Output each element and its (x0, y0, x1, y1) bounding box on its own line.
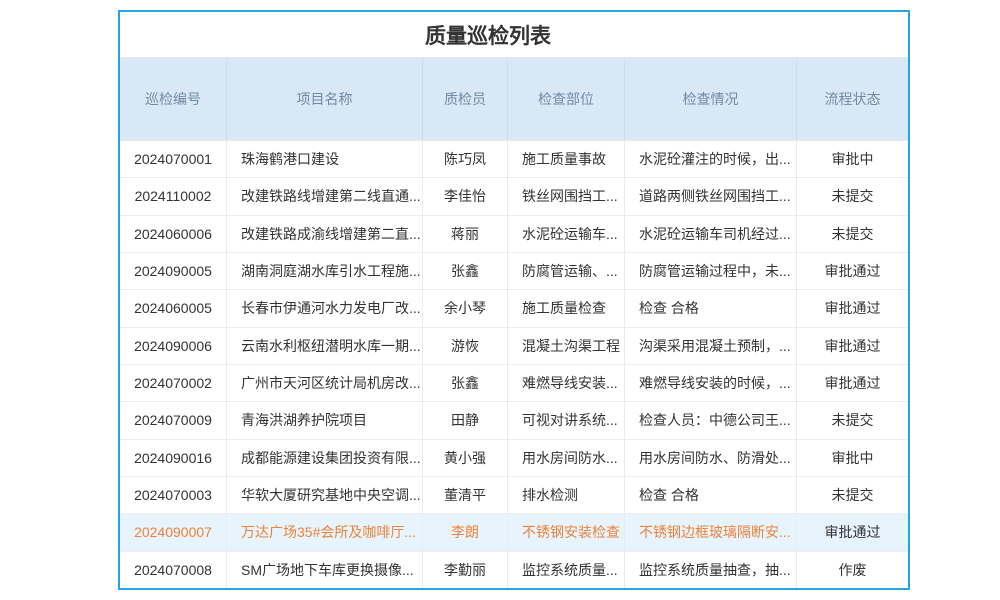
cell-part: 监控系统质量... (508, 552, 625, 588)
page-title: 质量巡检列表 (120, 12, 908, 58)
cell-inspector[interactable]: 李佳怡 (423, 178, 508, 214)
cell-situation: 沟渠采用混凝土预制，... (625, 328, 797, 364)
cell-id[interactable]: 2024070009 (120, 402, 227, 438)
cell-situation: 监控系统质量抽查，抽... (625, 552, 797, 588)
cell-status: 审批中 (797, 440, 908, 476)
cell-inspector[interactable]: 游恢 (423, 328, 508, 364)
cell-project[interactable]: 广州市天河区统计局机房改... (227, 365, 423, 401)
cell-inspector[interactable]: 董清平 (423, 477, 508, 513)
cell-status: 未提交 (797, 477, 908, 513)
column-header-inspector: 质检员 (423, 58, 508, 140)
cell-project[interactable]: 珠海鹤港口建设 (227, 141, 423, 177)
cell-project[interactable]: SM广场地下车库更换摄像... (227, 552, 423, 588)
cell-id[interactable]: 2024090007 (120, 514, 227, 550)
cell-project[interactable]: 华软大厦研究基地中央空调... (227, 477, 423, 513)
table-row[interactable]: 2024090007万达广场35#会所及咖啡厅...李朗不锈钢安装检查不锈钢边框… (120, 514, 908, 551)
cell-project[interactable]: 改建铁路成渝线增建第二直... (227, 216, 423, 252)
cell-inspector[interactable]: 李勤丽 (423, 552, 508, 588)
cell-inspector[interactable]: 蒋丽 (423, 216, 508, 252)
cell-status: 作废 (797, 552, 908, 588)
cell-situation: 检查 合格 (625, 477, 797, 513)
cell-part: 可视对讲系统... (508, 402, 625, 438)
cell-situation: 不锈钢边框玻璃隔断安... (625, 514, 797, 550)
table-row[interactable]: 2024060005长春市伊通河水力发电厂改...余小琴施工质量检查检查 合格审… (120, 290, 908, 327)
cell-part: 水泥砼运输车... (508, 216, 625, 252)
cell-status: 审批中 (797, 141, 908, 177)
cell-project[interactable]: 成都能源建设集团投资有限... (227, 440, 423, 476)
cell-situation: 水泥砼灌注的时候，出... (625, 141, 797, 177)
column-header-status: 流程状态 (797, 58, 908, 140)
cell-project[interactable]: 青海洪湖养护院项目 (227, 402, 423, 438)
cell-id[interactable]: 2024060006 (120, 216, 227, 252)
cell-status: 审批通过 (797, 365, 908, 401)
cell-inspector[interactable]: 黄小强 (423, 440, 508, 476)
cell-project[interactable]: 长春市伊通河水力发电厂改... (227, 290, 423, 326)
cell-status: 审批通过 (797, 514, 908, 550)
cell-id[interactable]: 2024070003 (120, 477, 227, 513)
cell-status: 审批通过 (797, 253, 908, 289)
cell-situation: 用水房间防水、防滑处... (625, 440, 797, 476)
cell-part: 不锈钢安装检查 (508, 514, 625, 550)
cell-situation: 水泥砼运输车司机经过... (625, 216, 797, 252)
cell-status: 审批通过 (797, 328, 908, 364)
table-row[interactable]: 2024070003华软大厦研究基地中央空调...董清平排水检测检查 合格未提交 (120, 477, 908, 514)
cell-situation: 难燃导线安装的时候，... (625, 365, 797, 401)
table-row[interactable]: 2024110002改建铁路线增建第二线直通...李佳怡铁丝网围挡工...道路两… (120, 178, 908, 215)
table-row[interactable]: 2024070009青海洪湖养护院项目田静可视对讲系统...检查人员：中德公司王… (120, 402, 908, 439)
cell-part: 用水房间防水... (508, 440, 625, 476)
cell-project[interactable]: 云南水利枢纽潜明水库一期... (227, 328, 423, 364)
cell-project[interactable]: 湖南洞庭湖水库引水工程施... (227, 253, 423, 289)
cell-id[interactable]: 2024070002 (120, 365, 227, 401)
cell-id[interactable]: 2024090006 (120, 328, 227, 364)
cell-status: 未提交 (797, 178, 908, 214)
cell-part: 排水检测 (508, 477, 625, 513)
cell-id[interactable]: 2024070008 (120, 552, 227, 588)
cell-status: 审批通过 (797, 290, 908, 326)
cell-status: 未提交 (797, 402, 908, 438)
cell-part: 混凝土沟渠工程 (508, 328, 625, 364)
cell-part: 难燃导线安装... (508, 365, 625, 401)
cell-inspector[interactable]: 田静 (423, 402, 508, 438)
cell-id[interactable]: 2024070001 (120, 141, 227, 177)
table-row[interactable]: 2024070008SM广场地下车库更换摄像...李勤丽监控系统质量...监控系… (120, 552, 908, 588)
cell-part: 施工质量事故 (508, 141, 625, 177)
cell-id[interactable]: 2024090005 (120, 253, 227, 289)
table-row[interactable]: 2024090006云南水利枢纽潜明水库一期...游恢混凝土沟渠工程沟渠采用混凝… (120, 328, 908, 365)
table-row[interactable]: 2024070002广州市天河区统计局机房改...张鑫难燃导线安装...难燃导线… (120, 365, 908, 402)
cell-situation: 检查 合格 (625, 290, 797, 326)
cell-part: 施工质量检查 (508, 290, 625, 326)
cell-id[interactable]: 2024090016 (120, 440, 227, 476)
table-body: 2024070001珠海鹤港口建设陈巧凤施工质量事故水泥砼灌注的时候，出...审… (120, 141, 908, 588)
column-header-project: 项目名称 (227, 58, 423, 140)
cell-inspector[interactable]: 李朗 (423, 514, 508, 550)
cell-part: 防腐管运输、... (508, 253, 625, 289)
table-header: 巡检编号项目名称质检员检查部位检查情况流程状态 (120, 58, 908, 141)
cell-id[interactable]: 2024060005 (120, 290, 227, 326)
cell-situation: 检查人员：中德公司王... (625, 402, 797, 438)
table-row[interactable]: 2024060006改建铁路成渝线增建第二直...蒋丽水泥砼运输车...水泥砼运… (120, 216, 908, 253)
cell-inspector[interactable]: 陈巧凤 (423, 141, 508, 177)
cell-status: 未提交 (797, 216, 908, 252)
quality-inspection-panel: 质量巡检列表 巡检编号项目名称质检员检查部位检查情况流程状态 202407000… (118, 10, 910, 590)
cell-project[interactable]: 万达广场35#会所及咖啡厅... (227, 514, 423, 550)
cell-inspector[interactable]: 张鑫 (423, 253, 508, 289)
cell-situation: 道路两侧铁丝网围挡工... (625, 178, 797, 214)
cell-id[interactable]: 2024110002 (120, 178, 227, 214)
cell-part: 铁丝网围挡工... (508, 178, 625, 214)
cell-project[interactable]: 改建铁路线增建第二线直通... (227, 178, 423, 214)
column-header-id: 巡检编号 (120, 58, 227, 140)
cell-inspector[interactable]: 张鑫 (423, 365, 508, 401)
cell-situation: 防腐管运输过程中，未... (625, 253, 797, 289)
column-header-situation: 检查情况 (625, 58, 797, 140)
cell-inspector[interactable]: 余小琴 (423, 290, 508, 326)
table-row[interactable]: 2024070001珠海鹤港口建设陈巧凤施工质量事故水泥砼灌注的时候，出...审… (120, 141, 908, 178)
table-row[interactable]: 2024090016成都能源建设集团投资有限...黄小强用水房间防水...用水房… (120, 440, 908, 477)
table-row[interactable]: 2024090005湖南洞庭湖水库引水工程施...张鑫防腐管运输、...防腐管运… (120, 253, 908, 290)
column-header-part: 检查部位 (508, 58, 625, 140)
